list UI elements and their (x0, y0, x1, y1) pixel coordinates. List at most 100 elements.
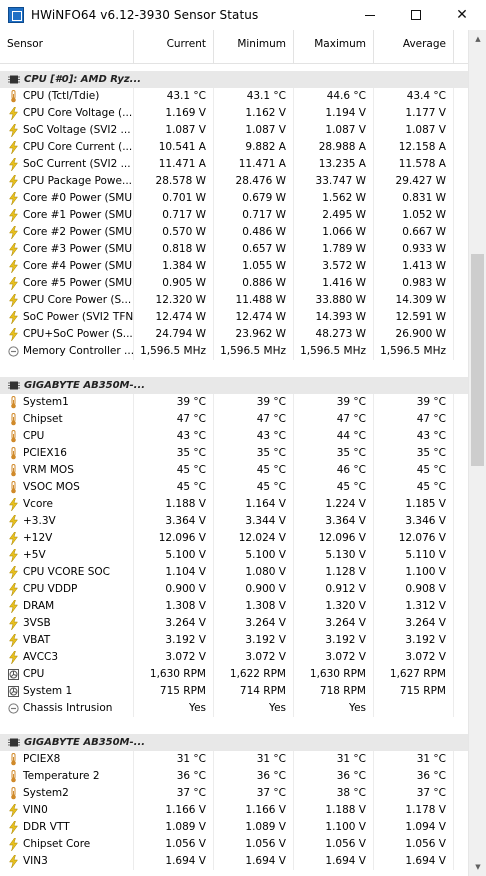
sensor-row[interactable]: VRM MOS 45 °C 45 °C 46 °C 45 °C (0, 462, 468, 479)
sensor-name: SoC Voltage (SVI2 ... (0, 122, 134, 139)
sensor-row[interactable]: Core #0 Power (SMU) 0.701 W 0.679 W 1.562 W… (0, 190, 468, 207)
minimum-value: 23.962 W (214, 326, 294, 343)
sensor-name: +12V (0, 530, 134, 547)
current-value: 10.541 A (134, 139, 214, 156)
sensor-row[interactable]: AVCC3 3.072 V 3.072 V 3.072 V 3.072 V (0, 649, 468, 666)
column-header-average[interactable]: Average (374, 30, 454, 64)
sensor-group-name: GIGABYTE AB350M-... (24, 380, 146, 391)
sensor-row[interactable]: VIN3 1.694 V 1.694 V 1.694 V 1.694 V (0, 853, 468, 870)
average-value: 12.076 V (374, 530, 454, 547)
sensor-row[interactable]: CPU 43 °C 43 °C 44 °C 43 °C (0, 428, 468, 445)
average-value: 1,627 RPM (374, 666, 454, 683)
column-header-sensor[interactable]: Sensor (0, 30, 134, 64)
sensor-row[interactable]: SoC Current (SVI2 ... 11.471 A 11.471 A 13.… (0, 156, 468, 173)
average-value: 26.900 W (374, 326, 454, 343)
sensor-row[interactable]: Core #2 Power (SMU) 0.570 W 0.486 W 1.066 W… (0, 224, 468, 241)
scroll-up-button[interactable]: ▲ (469, 30, 486, 48)
sensor-row[interactable]: VBAT 3.192 V 3.192 V 3.192 V 3.192 V (0, 632, 468, 649)
sensor-row[interactable]: CPU VCORE SOC 1.104 V 1.080 V 1.128 V 1.100 … (0, 564, 468, 581)
sensor-row[interactable]: SoC Voltage (SVI2 ... 1.087 V 1.087 V 1.087… (0, 122, 468, 139)
current-value: 1.308 V (134, 598, 214, 615)
sensor-row[interactable]: +3.3V 3.364 V 3.344 V 3.364 V 3.346 V (0, 513, 468, 530)
scroll-down-button[interactable]: ▼ (469, 858, 486, 876)
maximum-value: 0.912 V (294, 581, 374, 598)
sensor-group-row[interactable]: GIGABYTE AB350M-... (0, 377, 468, 394)
sensor-row[interactable]: CPU+SoC Power (S... 24.794 W 23.962 W 48.27… (0, 326, 468, 343)
sensor-row[interactable]: Core #1 Power (SMU) 0.717 W 0.717 W 2.495 W… (0, 207, 468, 224)
vertical-scrollbar[interactable]: ▲ ▼ (468, 30, 486, 876)
sensor-row[interactable]: DRAM 1.308 V 1.308 V 1.320 V 1.312 V (0, 598, 468, 615)
sensor-row[interactable]: +5V 5.100 V 5.100 V 5.130 V 5.110 V (0, 547, 468, 564)
sensor-row[interactable]: Chipset 47 °C 47 °C 47 °C 47 °C (0, 411, 468, 428)
maximum-value: 1,630 RPM (294, 666, 374, 683)
close-button[interactable]: ✕ (439, 0, 485, 30)
current-value: 0.905 W (134, 275, 214, 292)
column-header-minimum[interactable]: Minimum (214, 30, 294, 64)
current-value: 39 °C (134, 394, 214, 411)
sensor-row[interactable]: System1 39 °C 39 °C 39 °C 39 °C (0, 394, 468, 411)
sensor-row[interactable]: Vcore 1.188 V 1.164 V 1.224 V 1.185 V (0, 496, 468, 513)
minimize-button[interactable] (347, 0, 393, 30)
sensor-group-row[interactable]: CPU [#0]: AMD Ryz... (0, 71, 468, 88)
sensor-row[interactable]: PCIEX16 35 °C 35 °C 35 °C 35 °C (0, 445, 468, 462)
sensor-row[interactable]: Chipset Core 1.056 V 1.056 V 1.056 V 1.056 V (0, 836, 468, 853)
sensor-row[interactable]: CPU Core Voltage (... 1.169 V 1.162 V 1.194… (0, 105, 468, 122)
current-value: 36 °C (134, 768, 214, 785)
maximize-button[interactable] (393, 0, 439, 30)
minimum-value: 714 RPM (214, 683, 294, 700)
sensor-row[interactable]: PCIEX8 31 °C 31 °C 31 °C 31 °C (0, 751, 468, 768)
current-value: 43.1 °C (134, 88, 214, 105)
minimum-value: 0.886 W (214, 275, 294, 292)
sensor-row[interactable]: Temperature 2 36 °C 36 °C 36 °C 36 °C (0, 768, 468, 785)
sensor-name: Chassis Intrusion (0, 700, 134, 717)
average-value: 12.158 A (374, 139, 454, 156)
title-bar: HWiNFO64 v6.12-3930 Sensor Status ✕ (0, 0, 486, 30)
sensor-row[interactable]: CPU Core Current (... 10.541 A 9.882 A 28.9… (0, 139, 468, 156)
average-value: 1,596.5 MHz (374, 343, 454, 360)
column-header-maximum[interactable]: Maximum (294, 30, 374, 64)
sensor-row[interactable]: Core #4 Power (SMU) 1.384 W 1.055 W 3.572 W… (0, 258, 468, 275)
sensor-row[interactable]: Memory Controller ... 1,596.5 MHz 1,596.5 … (0, 343, 468, 360)
sensor-name: CPU Package Powe... (0, 173, 134, 190)
minimum-value: 12.474 W (214, 309, 294, 326)
sensor-row[interactable]: CPU VDDP 0.900 V 0.900 V 0.912 V 0.908 V (0, 581, 468, 598)
sensor-row[interactable]: Core #3 Power (SMU) 0.818 W 0.657 W 1.789 W… (0, 241, 468, 258)
sensor-row[interactable]: 3VSB 3.264 V 3.264 V 3.264 V 3.264 V (0, 615, 468, 632)
scrollbar-thumb[interactable] (471, 254, 484, 466)
sensor-row[interactable]: CPU 1,630 RPM 1,622 RPM 1,630 RPM 1,627 RPM (0, 666, 468, 683)
maximum-value: Yes (294, 700, 374, 717)
maximum-value: 1.056 V (294, 836, 374, 853)
sensor-name: Core #1 Power (SMU) (0, 207, 134, 224)
average-value: 11.578 A (374, 156, 454, 173)
average-value: 29.427 W (374, 173, 454, 190)
sensor-row[interactable]: SoC Power (SVI2 TFN) 12.474 W 12.474 W 14.3… (0, 309, 468, 326)
current-value: 0.701 W (134, 190, 214, 207)
hwinfo-app-icon[interactable] (8, 7, 24, 23)
sensor-name: +5V (0, 547, 134, 564)
column-header-current[interactable]: Current (134, 30, 214, 64)
current-value: 715 RPM (134, 683, 214, 700)
sensor-row[interactable]: DDR VTT 1.089 V 1.089 V 1.100 V 1.094 V (0, 819, 468, 836)
sensor-row[interactable]: CPU Core Power (S... 12.320 W 11.488 W 33.8… (0, 292, 468, 309)
maximum-value: 33.747 W (294, 173, 374, 190)
sensor-name: VSOC MOS (0, 479, 134, 496)
sensor-group-row[interactable]: GIGABYTE AB350M-... (0, 734, 468, 751)
sensor-row[interactable]: CPU Package Powe... 28.578 W 28.476 W 33.74… (0, 173, 468, 190)
maximum-value: 1,596.5 MHz (294, 343, 374, 360)
sensor-name: PCIEX16 (0, 445, 134, 462)
sensor-row[interactable]: Chassis Intrusion Yes Yes Yes (0, 700, 468, 717)
current-value: 1.188 V (134, 496, 214, 513)
minimize-icon (365, 14, 375, 16)
sensor-row[interactable]: CPU (Tctl/Tdie) 43.1 °C 43.1 °C 44.6 °C 43.4… (0, 88, 468, 105)
maximum-value: 35 °C (294, 445, 374, 462)
sensor-row[interactable]: System 1 715 RPM 714 RPM 718 RPM 715 RPM (0, 683, 468, 700)
sensor-row[interactable]: VSOC MOS 45 °C 45 °C 45 °C 45 °C (0, 479, 468, 496)
current-value: 45 °C (134, 462, 214, 479)
sensor-row[interactable]: +12V 12.096 V 12.024 V 12.096 V 12.076 V (0, 530, 468, 547)
current-value: 1.694 V (134, 853, 214, 870)
sensor-row[interactable]: Core #5 Power (SMU) 0.905 W 0.886 W 1.416 W… (0, 275, 468, 292)
minimum-value: 1,596.5 MHz (214, 343, 294, 360)
sensor-row[interactable]: System2 37 °C 37 °C 38 °C 37 °C (0, 785, 468, 802)
maximum-value: 38 °C (294, 785, 374, 802)
sensor-row[interactable]: VIN0 1.166 V 1.166 V 1.188 V 1.178 V (0, 802, 468, 819)
